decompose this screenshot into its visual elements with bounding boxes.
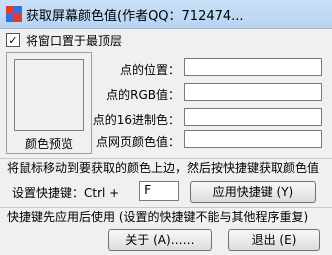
color-preview-swatch <box>14 59 84 131</box>
rgb-field[interactable] <box>184 83 322 101</box>
title-bar[interactable]: 获取屏幕颜色值(作者QQ：712474... <box>0 0 332 29</box>
window-title: 获取屏幕颜色值(作者QQ：712474... <box>26 9 244 24</box>
apply-hotkey-button[interactable]: 应用快捷键 (Y) <box>190 181 316 203</box>
color-preview-group: 颜色预览 <box>6 52 92 154</box>
main-window: 获取屏幕颜色值(作者QQ：712474... ✓ 将窗口置于最顶层 颜色预览 点… <box>0 0 332 255</box>
hotkey-input[interactable]: F <box>139 181 179 201</box>
web-color-label: 点网页颜色值： <box>95 135 180 149</box>
position-label: 点的位置： <box>119 63 180 77</box>
about-button[interactable]: 关于 (A)…… <box>108 229 212 251</box>
topmost-label: 将窗口置于最顶层 <box>26 33 123 48</box>
instructions-text: 将鼠标移动到要获取的颜色上边，然后按快捷键获取颜色值 <box>0 158 332 176</box>
color-preview-label: 颜色预览 <box>24 137 73 151</box>
hotkey-note: 快捷键先应用后使用 (设置的快捷键不能与其他程序重复) <box>0 207 332 225</box>
exit-button[interactable]: 退出 (E) <box>228 229 320 251</box>
position-field[interactable] <box>184 58 322 76</box>
rgb-label: 点的RGB值： <box>106 88 180 102</box>
hex-label: 点的16进制色： <box>92 113 180 127</box>
web-color-field[interactable] <box>184 130 322 148</box>
hex-field[interactable] <box>184 108 322 126</box>
hotkey-label: 设置快捷键：Ctrl + <box>12 186 120 200</box>
app-icon <box>6 6 22 22</box>
topmost-option[interactable]: ✓ 将窗口置于最顶层 <box>6 32 122 48</box>
topmost-checkbox[interactable]: ✓ <box>6 33 20 47</box>
